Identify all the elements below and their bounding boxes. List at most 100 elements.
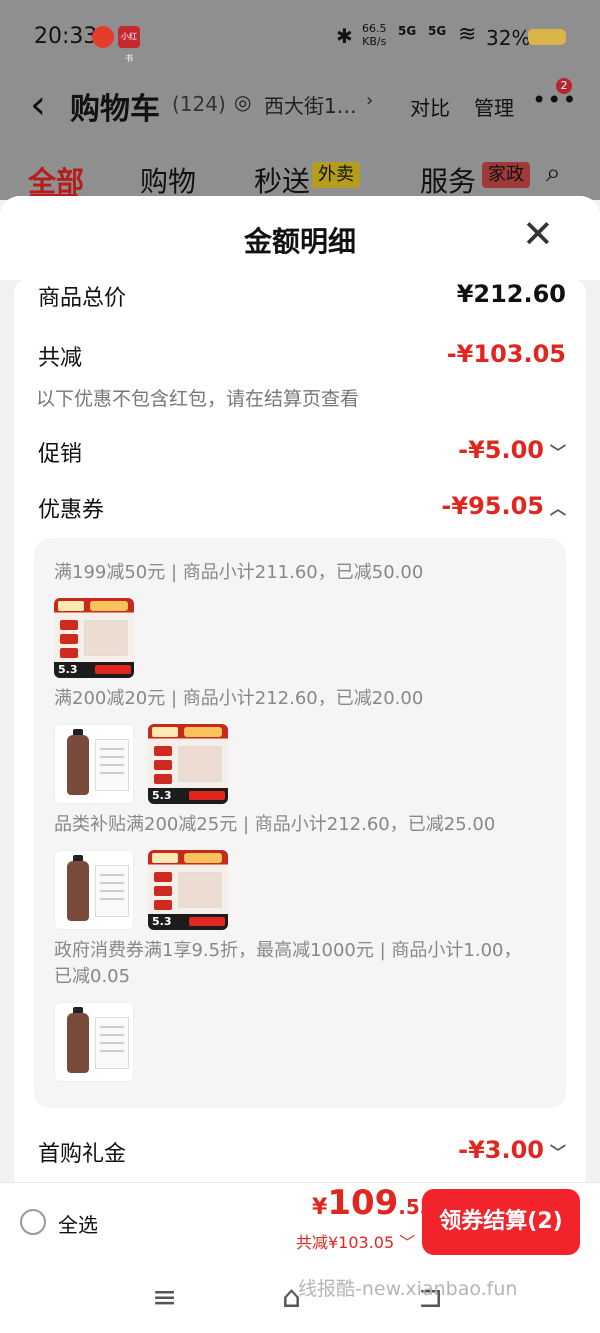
brand-logo: [152, 727, 178, 737]
promo-number: 5.3: [152, 915, 172, 928]
compare-button[interactable]: 对比: [410, 92, 450, 121]
coupon-line-3: 品类补贴满200减25元 | 商品小计212.60，已减25.00: [54, 814, 496, 835]
gift-label: 首购礼金: [38, 1142, 127, 1167]
promo-value: -¥5.00: [458, 436, 544, 464]
promo-tag: [189, 791, 225, 800]
tab-service[interactable]: 服务: [420, 160, 476, 200]
reduce-summary[interactable]: 共减¥103.05 ﹀: [296, 1229, 415, 1253]
reduce-value: -¥103.05: [446, 340, 566, 368]
promo-number: 5.3: [152, 789, 172, 802]
location-eye-icon[interactable]: ◎: [234, 90, 251, 114]
gift-row[interactable]: -¥3.00 ﹀: [458, 1136, 566, 1164]
price-pill: [154, 774, 172, 784]
coupon-value: -¥95.05: [441, 492, 544, 520]
coupon-details: 满199减50元 | 商品小计211.60，已减50.00 5.3 满200减2…: [34, 538, 566, 1108]
price-pill: [154, 746, 172, 756]
cart-header: ‹ 购物车 (124) ◎ 西大街1… › 对比 管理 ••• 2 全部 购物 …: [0, 72, 600, 200]
chevron-down-icon: ﹀: [549, 443, 566, 462]
tab-shopping[interactable]: 购物: [140, 160, 196, 200]
coupon-line-2: 满200减20元 | 商品小计212.60，已减20.00: [54, 688, 424, 709]
price-symbol: ¥: [312, 1195, 328, 1220]
sheet-title: 金额明细: [243, 225, 356, 258]
status-bar: 20:33 小红书 ✱ 66.5 KB/s 5G 5G ≋ 32%: [0, 0, 600, 72]
menu-icon[interactable]: ≡: [152, 1280, 177, 1315]
signal-5g-icon: 5G: [398, 24, 417, 38]
xiaohongshu-icon: 小红书: [118, 26, 140, 63]
price-pill: [154, 886, 172, 896]
manage-button[interactable]: 管理: [474, 92, 514, 121]
battery-percent: 32%: [486, 26, 531, 50]
watermark: 线报酷-new.xianbao.fun: [298, 1278, 518, 1300]
product-thumb-promo[interactable]: 5.3: [148, 724, 228, 804]
brand-logo: [58, 601, 84, 611]
product-thumb-promo[interactable]: 5.3: [54, 598, 134, 678]
price-pill: [154, 900, 172, 910]
brand-logo: [152, 853, 178, 863]
message-badge: 2: [556, 78, 572, 94]
takeout-tag: 外卖: [312, 162, 360, 188]
close-icon[interactable]: ✕: [522, 212, 554, 256]
reduce-label: 共减: [38, 346, 83, 371]
app-notification-icon: [92, 26, 114, 48]
total-label: 商品总价: [38, 286, 127, 311]
search-icon[interactable]: ⌕: [546, 158, 561, 189]
system-nav-bar: ≡ ⌂ ⊐ 线报酷-new.xianbao.fun: [0, 1262, 600, 1333]
product-thumb-shampoo[interactable]: [54, 850, 134, 930]
chevron-right-icon: ›: [366, 90, 374, 111]
product-thumb-shampoo[interactable]: [54, 724, 134, 804]
promo-number: 5.3: [58, 663, 78, 676]
price-integer: 109: [327, 1183, 399, 1223]
battery-icon: [528, 29, 566, 45]
housekeeping-tag: 家政: [482, 162, 530, 188]
coupon-line-4b: 已减0.05: [54, 966, 131, 987]
chevron-up-icon: ︿: [549, 499, 566, 518]
discount-note: 以下优惠不包含红包，请在结算页查看: [36, 388, 360, 410]
price-pill: [60, 634, 78, 644]
sheet-header: 金额明细 ✕: [0, 196, 600, 280]
bluetooth-icon: ✱: [336, 24, 353, 48]
coupon-line-4: 政府消费券满1享9.5折，最高减1000元 | 商品小计1.00，: [54, 940, 522, 961]
tab-instant[interactable]: 秒送: [254, 160, 310, 200]
signal-5g-icon-2: 5G: [428, 24, 447, 38]
amount-detail-sheet: 金额明细 ✕ 商品总价 ¥212.60 共减 -¥103.05 以下优惠不包含红…: [0, 196, 600, 1182]
product-box: [178, 872, 222, 908]
coupon-row[interactable]: -¥95.05 ︿: [441, 492, 566, 520]
product-card: [95, 865, 129, 917]
shampoo-bottle: [67, 735, 89, 795]
product-thumb-promo[interactable]: 5.3: [148, 850, 228, 930]
price-pill: [154, 872, 172, 882]
chevron-down-icon: ﹀: [394, 1233, 416, 1252]
promo-label: 促销: [38, 442, 83, 467]
cart-count: (124): [172, 92, 226, 116]
promo-tag: [95, 665, 131, 674]
shampoo-bottle: [67, 1013, 89, 1073]
promo-ribbon: [184, 727, 222, 737]
price-pill: [154, 760, 172, 770]
coupon-label: 优惠券: [38, 498, 105, 523]
promo-ribbon: [184, 853, 222, 863]
reduce-summary-text: 共减¥103.05: [296, 1233, 395, 1252]
coupon-line-1: 满199减50元 | 商品小计211.60，已减50.00: [54, 562, 424, 583]
product-box: [84, 620, 128, 656]
address-label[interactable]: 西大街1…: [264, 90, 357, 119]
network-speed: 66.5 KB/s: [362, 22, 387, 48]
wifi-icon: ≋: [458, 22, 477, 47]
promo-row[interactable]: -¥5.00 ﹀: [458, 436, 566, 464]
product-card: [95, 739, 129, 791]
chevron-down-icon: ﹀: [549, 1143, 566, 1162]
promo-tag: [189, 917, 225, 926]
select-all-label[interactable]: 全选: [58, 1209, 98, 1238]
page-title: 购物车: [70, 92, 160, 127]
product-box: [178, 746, 222, 782]
checkout-button[interactable]: 领券结算(2): [422, 1189, 580, 1255]
product-thumb-shampoo[interactable]: [54, 1002, 134, 1082]
product-card: [95, 1017, 129, 1069]
promo-ribbon: [90, 601, 128, 611]
status-time: 20:33: [34, 24, 98, 49]
shampoo-bottle: [67, 861, 89, 921]
price-pill: [60, 620, 78, 630]
back-icon[interactable]: ‹: [30, 82, 46, 128]
select-all-radio[interactable]: [20, 1209, 46, 1235]
total-value: ¥212.60: [456, 280, 566, 308]
total-price: ¥109.55: [312, 1183, 434, 1223]
